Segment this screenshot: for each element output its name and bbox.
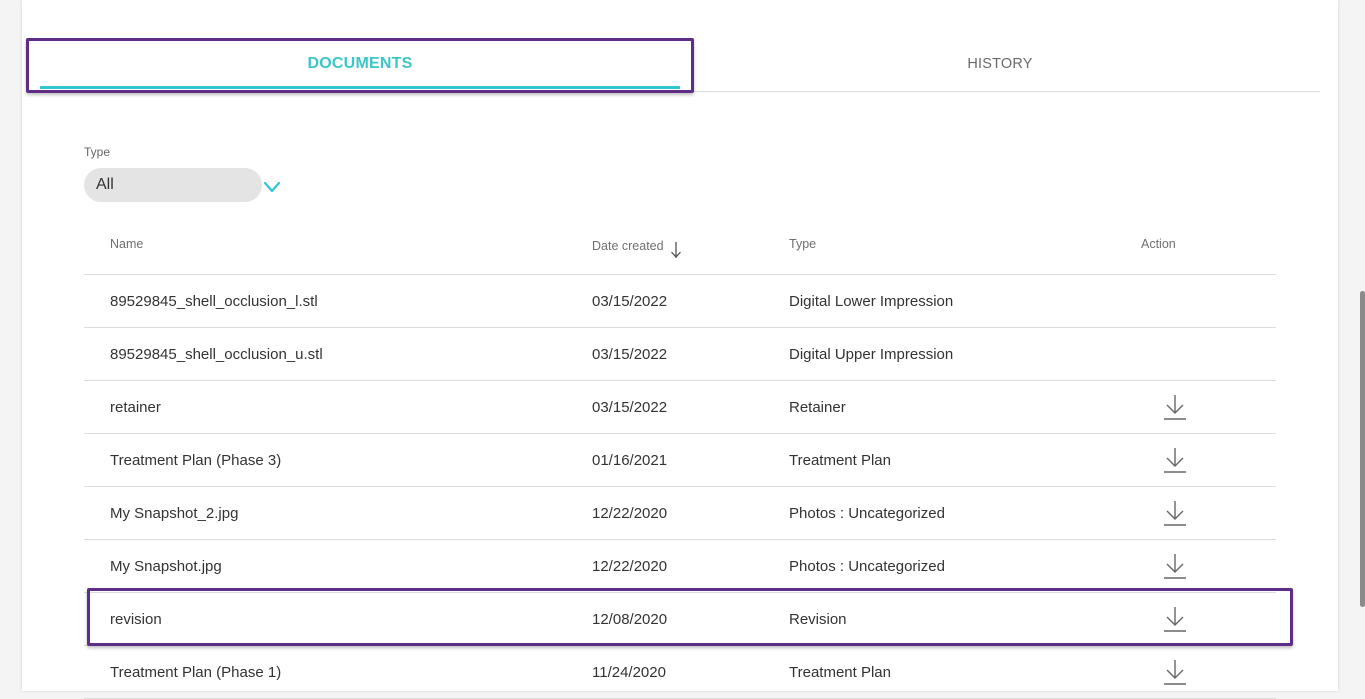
column-header-name[interactable]: Name [110, 237, 143, 251]
download-button[interactable] [1160, 593, 1190, 645]
scrollbar-thumb[interactable] [1360, 291, 1365, 607]
download-icon[interactable] [1162, 446, 1188, 474]
cell-date: 03/15/2022 [592, 398, 668, 416]
documents-table: Name Date created Type Action 89529845_s… [84, 224, 1276, 699]
download-icon[interactable] [1162, 552, 1188, 580]
column-header-date-created[interactable]: Date created [592, 237, 682, 258]
table-row[interactable]: retainer 03/15/2022 Retainer [84, 381, 1276, 434]
cell-name: Treatment Plan (Phase 3) [110, 451, 282, 469]
download-button[interactable] [1160, 381, 1190, 433]
table-row[interactable]: 89529845_shell_occlusion_l.stl 03/15/2022… [84, 275, 1276, 328]
table-body: 89529845_shell_occlusion_l.stl 03/15/2022… [84, 275, 1276, 699]
cell-date: 01/16/2021 [592, 451, 668, 469]
tab-bar: DOCUMENTS HISTORY [40, 38, 1320, 92]
download-icon[interactable] [1162, 393, 1188, 421]
cell-name: Treatment Plan (Phase 1) [110, 663, 282, 681]
tab-documents-label: DOCUMENTS [307, 55, 413, 72]
chevron-down-icon[interactable] [263, 180, 281, 194]
type-filter-select[interactable]: All [84, 168, 262, 202]
table-row[interactable]: My Snapshot.jpg 12/22/2020 Photos : Uncate… [84, 540, 1276, 593]
cell-type: Revision [789, 610, 847, 628]
cell-name: retainer [110, 398, 161, 416]
tab-history[interactable]: HISTORY [680, 38, 1320, 90]
table-row[interactable]: My Snapshot_2.jpg 12/22/2020 Photos : Unca… [84, 487, 1276, 540]
download-button[interactable] [1160, 646, 1190, 698]
table-row[interactable]: Treatment Plan (Phase 3) 01/16/2021 Treatm… [84, 434, 1276, 487]
cell-date: 12/22/2020 [592, 557, 668, 575]
cell-name: My Snapshot_2.jpg [110, 504, 239, 522]
cell-date: 11/24/2020 [592, 663, 666, 681]
cell-date: 03/15/2022 [592, 292, 668, 310]
column-header-action: Action [1141, 237, 1176, 251]
download-button[interactable] [1160, 540, 1190, 592]
cell-date: 12/22/2020 [592, 504, 668, 522]
table-row[interactable]: Treatment Plan (Phase 1) 11/24/2020 Treatm… [84, 646, 1276, 699]
cell-type: Digital Lower Impression [789, 292, 954, 310]
cell-name: 89529845_shell_occlusion_l.stl [110, 292, 318, 310]
download-button[interactable] [1160, 434, 1190, 486]
sort-arrow-down-icon[interactable] [670, 241, 682, 259]
cell-type: Photos : Uncategorized [789, 504, 945, 522]
cell-type: Photos : Uncategorized [789, 557, 945, 575]
cell-type: Treatment Plan [789, 451, 891, 469]
cell-type: Digital Upper Impression [789, 345, 954, 363]
type-filter-label: Type [84, 145, 111, 159]
tab-history-label: HISTORY [967, 56, 1033, 72]
column-header-date-label: Date created [592, 239, 664, 253]
table-row[interactable]: 89529845_shell_occlusion_u.stl 03/15/2022… [84, 328, 1276, 381]
cell-date: 03/15/2022 [592, 345, 668, 363]
table-row[interactable]: revision 12/08/2020 Revision [84, 593, 1276, 646]
download-button[interactable] [1160, 487, 1190, 539]
cell-name: 89529845_shell_occlusion_u.stl [110, 345, 323, 363]
active-tab-underline [40, 86, 680, 89]
tab-documents[interactable]: DOCUMENTS [40, 38, 680, 90]
cell-type: Retainer [789, 398, 846, 416]
cell-name: My Snapshot.jpg [110, 557, 222, 575]
download-icon[interactable] [1162, 658, 1188, 686]
table-header: Name Date created Type Action [84, 224, 1276, 275]
type-filter-value: All [96, 176, 114, 193]
download-icon[interactable] [1162, 499, 1188, 527]
cell-type: Treatment Plan [789, 663, 891, 681]
column-header-type[interactable]: Type [789, 237, 816, 251]
download-icon[interactable] [1162, 605, 1188, 633]
cell-name: revision [110, 610, 162, 628]
cell-date: 12/08/2020 [592, 610, 668, 628]
